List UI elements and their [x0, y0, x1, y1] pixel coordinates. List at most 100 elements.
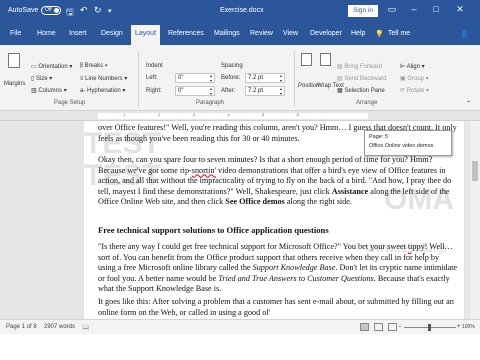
orientation-label: Orientation	[38, 64, 68, 70]
wrap-text-icon	[320, 53, 331, 66]
line-numbers-label: Line Numbers	[85, 76, 123, 82]
breaks-button[interactable]: ⫼ Breaks ▾	[80, 63, 108, 70]
paragraph-3: "Is there any way I could get free techn…	[98, 242, 458, 295]
zoom-in-button[interactable]: +	[457, 324, 461, 330]
sign-in-button[interactable]: Sign in	[348, 5, 378, 17]
tooltip-heading: Office Online video demos	[369, 143, 434, 149]
margins-icon	[8, 53, 20, 68]
proofing-icon[interactable]: 📖	[82, 324, 89, 331]
indent-right-label: Right:	[146, 88, 162, 94]
tell-me-box[interactable]: Tell me	[388, 30, 410, 37]
columns-button[interactable]: ▥ Columns ▾	[31, 87, 67, 94]
hyphenation-label: Hyphenation	[87, 88, 121, 94]
tried-true-italic: Tried and True Answers to Customer Quest…	[218, 273, 374, 283]
arrange-group-label: Arrange	[356, 100, 378, 106]
horizontal-ruler[interactable]: · · · 1 · · · 2 · · · 3 · · · 4 · · · 5 …	[0, 111, 480, 121]
tab-review[interactable]: Review	[250, 30, 273, 37]
group-button[interactable]: ▣ Group ▾	[400, 75, 429, 82]
tab-view[interactable]: View	[283, 30, 298, 37]
hyphenation-icon: a-	[80, 88, 88, 94]
vertical-scrollbar[interactable]	[470, 121, 480, 319]
tooltip-page: Page: 5	[369, 134, 388, 140]
send-backward-button[interactable]: ▤ Send Backward	[337, 75, 386, 82]
undo-icon[interactable]: ↶	[80, 5, 88, 16]
customize-icon[interactable]: ▾	[108, 7, 112, 15]
indent-left-input[interactable]: 0"	[175, 73, 215, 83]
zoom-slider-knob[interactable]	[428, 324, 431, 331]
tab-references[interactable]: References	[168, 30, 204, 37]
margins-button[interactable]: Margins	[4, 81, 25, 87]
indent-left-label: Left:	[146, 75, 158, 81]
paragraph-2: Okay then, can you spare four to seven m…	[98, 155, 458, 208]
selection-pane-button[interactable]: ▦ Selection Pane	[337, 87, 385, 94]
word-count[interactable]: 2907 words	[44, 324, 75, 330]
tab-layout[interactable]: Layout	[131, 25, 161, 45]
paragraph-4: It goes like this: After solving a probl…	[98, 297, 454, 317]
spacing-label: Spacing	[221, 63, 243, 69]
collapse-ribbon-icon[interactable]: ⌃	[466, 100, 471, 107]
orientation-button[interactable]: ▭ Orientation ▾	[31, 63, 72, 70]
scrollbar-thumb[interactable]	[472, 161, 478, 181]
misspelled-word[interactable]: tippy	[408, 242, 425, 251]
print-layout-icon[interactable]	[374, 323, 383, 331]
share-icon[interactable]: 👤	[460, 30, 469, 38]
breaks-label: Breaks	[84, 63, 104, 69]
tab-design[interactable]: Design	[101, 30, 123, 37]
send-backward-label: Send Backward	[344, 76, 387, 82]
maximize-icon[interactable]: □	[428, 4, 444, 14]
bring-forward-label: Bring Forward	[344, 64, 383, 70]
size-button[interactable]: ▯ Size ▾	[31, 75, 52, 82]
align-button[interactable]: ⊫ Align ▾	[400, 63, 425, 70]
save-icon[interactable]: 🖫	[66, 5, 74, 21]
separator	[138, 51, 139, 107]
paragraph-2-text-d: along the right side.	[284, 197, 352, 207]
spacing-after-label: After:	[221, 88, 236, 94]
scroll-tooltip: Page: 5 Office Online video demos	[364, 130, 452, 156]
title-row: AutoSave Off 🖫 ↶ ↻ ▾ Exercise.docx Sign …	[0, 0, 480, 23]
spacing-before-label: Before:	[221, 75, 241, 81]
tab-home[interactable]: Home	[37, 30, 56, 37]
title-bar: AutoSave Off 🖫 ↶ ↻ ▾ Exercise.docx Sign …	[0, 0, 480, 45]
zoom-out-button[interactable]: −	[398, 324, 402, 330]
tab-file[interactable]: File	[10, 30, 21, 37]
tab-help[interactable]: Help	[351, 30, 365, 37]
tab-developer[interactable]: Developer	[310, 30, 342, 37]
size-label: Size	[35, 76, 48, 82]
tab-insert[interactable]: Insert	[69, 30, 87, 37]
zoom-level[interactable]: 100%	[462, 324, 475, 330]
close-icon[interactable]: ✕	[452, 4, 468, 15]
vertical-ruler[interactable]	[74, 121, 82, 319]
spacing-before-input[interactable]: 7.2 pt	[245, 73, 285, 83]
line-numbers-button[interactable]: ≡ Line Numbers ▾	[80, 75, 127, 82]
page-count[interactable]: Page 1 of 8	[6, 324, 37, 330]
hyphenation-button[interactable]: a- Hyphenation ▾	[80, 87, 125, 94]
group-label: Group	[407, 76, 425, 82]
read-mode-icon[interactable]	[360, 323, 369, 331]
autosave-toggle[interactable]: Off	[41, 6, 61, 15]
rotate-label: Rotate	[406, 88, 425, 94]
paragraph-3-text-a: "Is there any way I could get free techn…	[98, 242, 408, 251]
spacing-after-input[interactable]: 7.2 pt	[245, 86, 285, 96]
rotate-button[interactable]: ⟳ Rotate ▾	[400, 87, 429, 94]
minimize-icon[interactable]: –	[406, 4, 422, 14]
status-bar: Page 1 of 8 2907 words 📖 − + 100%	[0, 319, 480, 334]
paragraph-group-label: Paragraph	[196, 100, 225, 106]
misspelled-word[interactable]: snortin'	[192, 166, 216, 175]
office-demos-bold: See Office demos	[225, 197, 285, 207]
section-heading: Free technical support solutions to Offi…	[98, 225, 329, 235]
page-setup-group-label: Page Setup	[54, 100, 86, 106]
document-title: Exercise.docx	[220, 7, 264, 14]
bring-forward-button[interactable]: ▤ Bring Forward	[337, 63, 382, 70]
columns-label: Columns	[38, 88, 63, 94]
align-label: Align	[406, 64, 420, 70]
redo-icon[interactable]: ↻	[94, 5, 102, 16]
indent-right-input[interactable]: 0"	[175, 86, 215, 96]
lightbulb-icon: 💡	[375, 31, 384, 38]
rotate-icon: ⟳	[400, 88, 407, 94]
web-layout-icon[interactable]	[388, 323, 397, 331]
assistance-bold: Assistance	[331, 186, 369, 196]
tab-mailings[interactable]: Mailings	[214, 30, 240, 37]
autosave-label: AutoSave	[8, 7, 39, 14]
ribbon-tabs: File Home Insert Design Layout Reference…	[0, 25, 480, 45]
ribbon-display-icon[interactable]: ▭	[384, 4, 400, 15]
